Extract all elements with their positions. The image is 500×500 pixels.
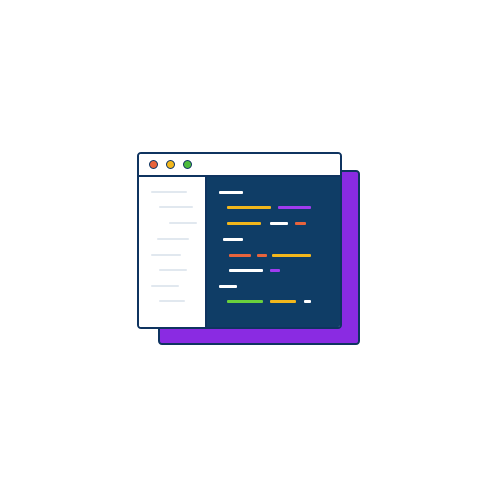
sidebar-line [169,222,197,224]
code-token [270,300,296,303]
code-token [270,269,280,272]
code-token [272,254,311,257]
sidebar-line [151,254,181,256]
sidebar-line [151,285,179,287]
maximize-dot-icon[interactable] [183,160,192,169]
close-dot-icon[interactable] [149,160,158,169]
code-token [304,300,311,303]
code-editor-illustration [0,0,500,500]
code-token [229,254,251,257]
code-token [278,206,311,209]
code-token [227,206,271,209]
code-token [227,300,263,303]
sidebar-line [159,269,187,271]
code-token [227,222,261,225]
code-token [229,269,263,272]
code-token [219,191,243,194]
code-token [295,222,306,225]
window-titlebar [139,154,340,177]
sidebar-line [159,206,193,208]
code-token [257,254,267,257]
code-token [270,222,288,225]
code-token [223,238,243,241]
sidebar-line [157,238,189,240]
editor-window [137,152,342,329]
code-token [219,285,237,288]
sidebar-line [151,191,187,193]
code-panel [207,177,340,327]
minimize-dot-icon[interactable] [166,160,175,169]
sidebar-line [159,300,185,302]
file-sidebar [139,177,207,327]
